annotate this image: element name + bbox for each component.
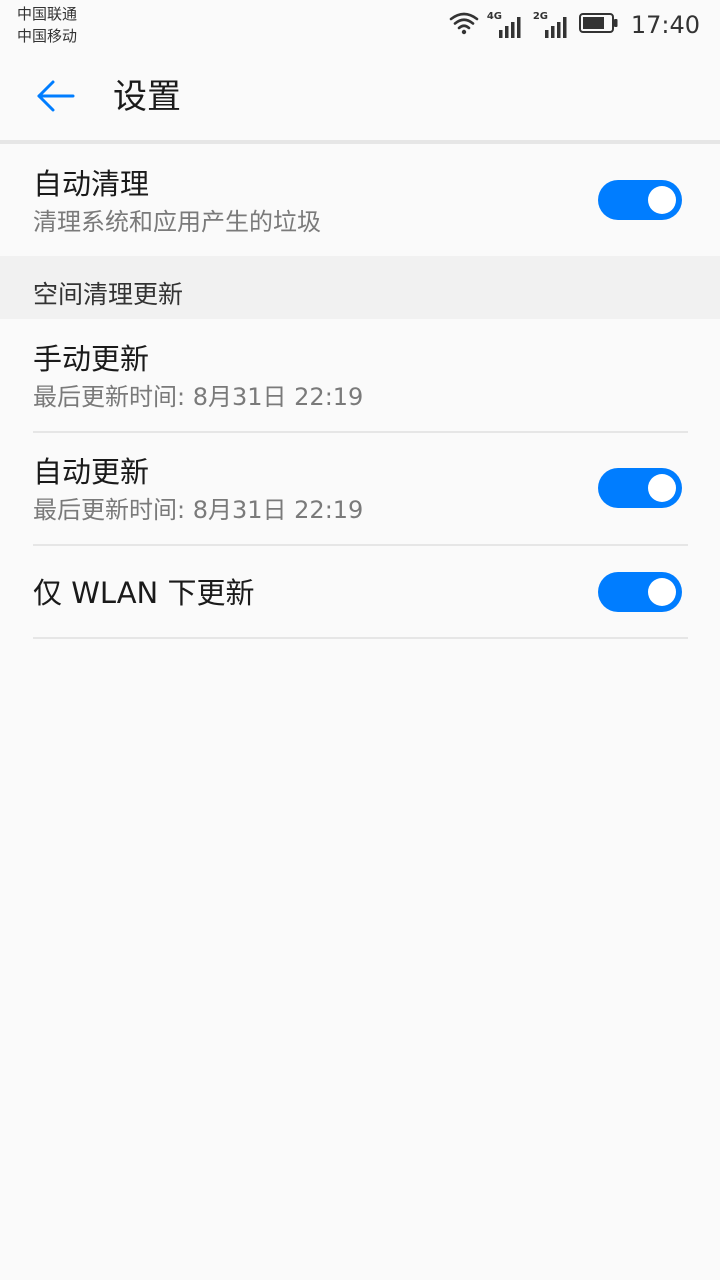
status-bar: 中国联通 中国移动 4G 2G 17:40 xyxy=(0,0,720,50)
back-button[interactable] xyxy=(30,74,80,118)
status-time: 17:40 xyxy=(630,11,700,39)
setting-title: 自动清理 xyxy=(33,167,150,201)
auto-clean-toggle[interactable] xyxy=(598,180,682,220)
section-header-label: 空间清理更新 xyxy=(33,280,184,309)
setting-title: 手动更新 xyxy=(33,342,150,376)
cellular-signal-4g-icon: 4G xyxy=(487,12,525,38)
setting-subtitle: 清理系统和应用产生的垃圾 xyxy=(33,208,321,236)
auto-update-toggle[interactable] xyxy=(598,468,682,508)
setting-row-wlan-only[interactable]: 仅 WLAN 下更新 xyxy=(0,546,720,639)
app-bar: 设置 xyxy=(0,50,720,140)
cellular-signal-2g-icon: 2G xyxy=(533,12,571,38)
setting-title: 自动更新 xyxy=(33,455,150,489)
page-title: 设置 xyxy=(113,77,181,117)
toggle-knob xyxy=(648,474,676,502)
arrow-left-icon xyxy=(37,80,75,112)
setting-row-auto-update[interactable]: 自动更新 最后更新时间: 8月31日 22:19 xyxy=(0,433,720,546)
battery-icon xyxy=(578,13,619,37)
status-icons: 4G 2G 17:40 xyxy=(449,8,700,42)
setting-subtitle: 最后更新时间: 8月31日 22:19 xyxy=(33,496,364,524)
wlan-only-toggle[interactable] xyxy=(598,572,682,612)
setting-row-auto-clean[interactable]: 自动清理 清理系统和应用产生的垃圾 xyxy=(0,144,720,256)
toggle-knob xyxy=(648,186,676,214)
row-divider xyxy=(33,637,688,639)
toggle-knob xyxy=(648,578,676,606)
carrier-label-primary: 中国联通 xyxy=(17,5,78,23)
carrier-label-secondary: 中国移动 xyxy=(17,27,78,45)
wifi-icon xyxy=(449,11,479,39)
setting-subtitle: 最后更新时间: 8月31日 22:19 xyxy=(33,383,364,411)
setting-title: 仅 WLAN 下更新 xyxy=(33,576,255,610)
setting-row-manual-update[interactable]: 手动更新 最后更新时间: 8月31日 22:19 xyxy=(0,319,720,433)
section-header: 空间清理更新 xyxy=(0,256,720,319)
